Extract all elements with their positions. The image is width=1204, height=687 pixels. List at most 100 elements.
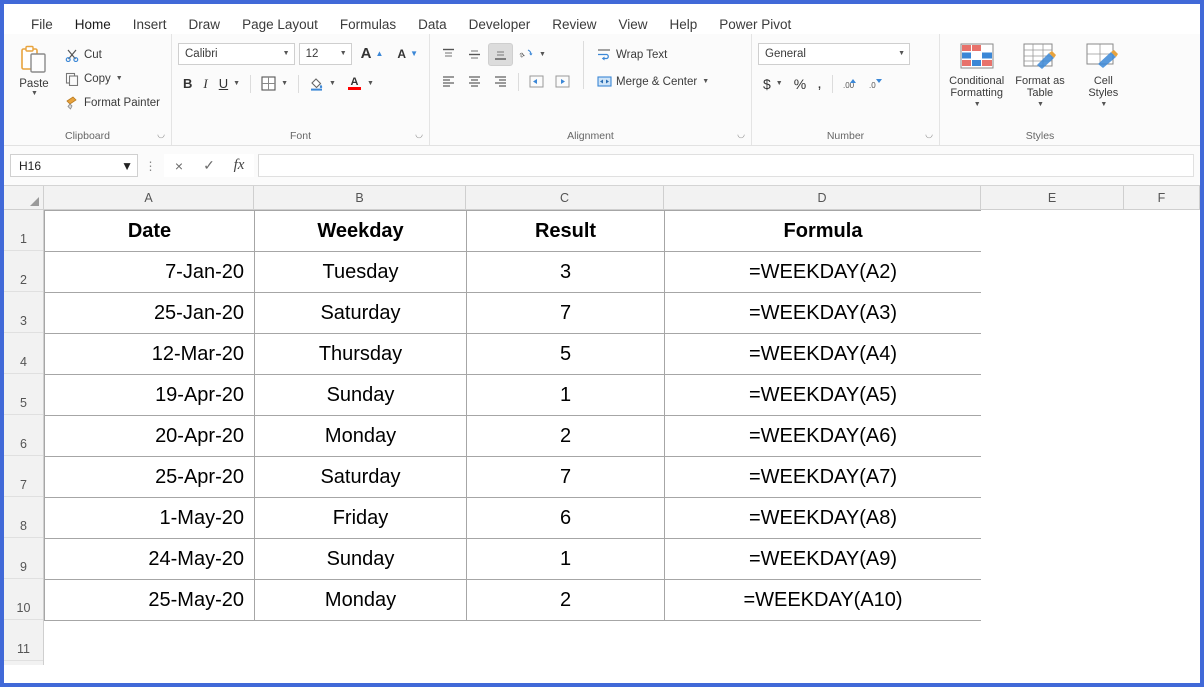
cell-a4[interactable]: 12-Mar-20: [45, 334, 255, 375]
paste-button[interactable]: Paste ▼: [10, 41, 58, 114]
cell-d1[interactable]: Formula: [665, 211, 982, 252]
tab-page-layout[interactable]: Page Layout: [231, 14, 329, 34]
row-header-2[interactable]: 2: [4, 251, 43, 292]
align-top-button[interactable]: [436, 43, 461, 66]
format-as-table-chevron-down-icon[interactable]: ▼: [1037, 99, 1044, 111]
font-size-combobox[interactable]: 12 ▼: [299, 43, 352, 65]
alignment-dialog-launcher-icon[interactable]: ◡: [737, 126, 745, 143]
cell-a5[interactable]: 19-Apr-20: [45, 375, 255, 416]
column-header-c[interactable]: C: [466, 186, 664, 209]
select-all-corner-button[interactable]: [4, 186, 44, 209]
fill-color-button[interactable]: ▼: [304, 72, 341, 95]
cell-styles-chevron-down-icon[interactable]: ▼: [1100, 99, 1107, 111]
name-box[interactable]: H16 ▼: [10, 154, 138, 177]
number-dialog-launcher-icon[interactable]: ◡: [925, 126, 933, 143]
row-header-3[interactable]: 3: [4, 292, 43, 333]
cell-c3[interactable]: 7: [467, 293, 665, 334]
italic-button[interactable]: I: [198, 72, 212, 95]
align-center-button[interactable]: [462, 70, 487, 93]
orientation-button[interactable]: a ▼: [514, 43, 551, 66]
format-as-table-button[interactable]: Format as Table ▼: [1009, 41, 1070, 111]
cell-d5[interactable]: =WEEKDAY(A5): [665, 375, 982, 416]
tab-power-pivot[interactable]: Power Pivot: [708, 14, 802, 34]
cell-d2[interactable]: =WEEKDAY(A2): [665, 252, 982, 293]
font-dialog-launcher-icon[interactable]: ◡: [415, 126, 423, 143]
cell-b9[interactable]: Sunday: [255, 539, 467, 580]
column-header-b[interactable]: B: [254, 186, 466, 209]
tab-file[interactable]: File: [20, 14, 64, 34]
copy-button[interactable]: Copy ▼: [60, 67, 165, 90]
wrap-text-button[interactable]: Wrap Text: [592, 43, 672, 66]
column-header-d[interactable]: D: [664, 186, 981, 209]
column-header-f[interactable]: F: [1124, 186, 1200, 209]
cell-c5[interactable]: 1: [467, 375, 665, 416]
increase-decimal-button[interactable]: .00: [838, 72, 863, 95]
cell-b7[interactable]: Saturday: [255, 457, 467, 498]
paste-chevron-down-icon[interactable]: ▼: [31, 90, 38, 97]
cell-b10[interactable]: Monday: [255, 580, 467, 621]
cell-a6[interactable]: 20-Apr-20: [45, 416, 255, 457]
cell-b2[interactable]: Tuesday: [255, 252, 467, 293]
cancel-entry-button[interactable]: ×: [164, 154, 194, 177]
cell-c9[interactable]: 1: [467, 539, 665, 580]
column-header-e[interactable]: E: [981, 186, 1124, 209]
format-painter-button[interactable]: Format Painter: [60, 91, 165, 114]
increase-indent-button[interactable]: [550, 70, 575, 93]
row-header-5[interactable]: 5: [4, 374, 43, 415]
cell-c8[interactable]: 6: [467, 498, 665, 539]
align-left-button[interactable]: [436, 70, 461, 93]
conditional-formatting-chevron-down-icon[interactable]: ▼: [974, 99, 981, 111]
currency-chevron-down-icon[interactable]: ▼: [776, 80, 783, 87]
conditional-formatting-button[interactable]: Conditional Formatting ▼: [946, 41, 1007, 111]
cell-c2[interactable]: 3: [467, 252, 665, 293]
formula-bar-separator-handle[interactable]: ⋮: [138, 159, 164, 173]
tab-view[interactable]: View: [607, 14, 658, 34]
row-header-4[interactable]: 4: [4, 333, 43, 374]
increase-font-size-button[interactable]: A▲: [356, 42, 389, 65]
cell-d4[interactable]: =WEEKDAY(A4): [665, 334, 982, 375]
cell-a1[interactable]: Date: [45, 211, 255, 252]
cell-b3[interactable]: Saturday: [255, 293, 467, 334]
tab-home[interactable]: Home: [64, 14, 122, 34]
row-header-6[interactable]: 6: [4, 415, 43, 456]
cell-b8[interactable]: Friday: [255, 498, 467, 539]
cell-b6[interactable]: Monday: [255, 416, 467, 457]
confirm-entry-button[interactable]: ✓: [194, 154, 224, 177]
cell-d9[interactable]: =WEEKDAY(A9): [665, 539, 982, 580]
cell-d10[interactable]: =WEEKDAY(A10): [665, 580, 982, 621]
tab-draw[interactable]: Draw: [178, 14, 232, 34]
underline-button[interactable]: U ▼: [214, 72, 245, 95]
cell-c6[interactable]: 2: [467, 416, 665, 457]
font-color-chevron-down-icon[interactable]: ▼: [367, 80, 374, 87]
row-header-7[interactable]: 7: [4, 456, 43, 497]
decrease-indent-button[interactable]: [524, 70, 549, 93]
column-header-a[interactable]: A: [44, 186, 254, 209]
tab-formulas[interactable]: Formulas: [329, 14, 407, 34]
cell-a8[interactable]: 1-May-20: [45, 498, 255, 539]
tab-review[interactable]: Review: [541, 14, 607, 34]
bold-button[interactable]: B: [178, 72, 197, 95]
cell-c10[interactable]: 2: [467, 580, 665, 621]
cell-d6[interactable]: =WEEKDAY(A6): [665, 416, 982, 457]
cell-c1[interactable]: Result: [467, 211, 665, 252]
comma-format-button[interactable]: ,: [812, 72, 826, 95]
row-header-11[interactable]: 11: [4, 620, 43, 661]
align-right-button[interactable]: [488, 70, 513, 93]
merge-center-button[interactable]: Merge & Center ▼: [592, 70, 714, 93]
cell-a3[interactable]: 25-Jan-20: [45, 293, 255, 334]
cell-d8[interactable]: =WEEKDAY(A8): [665, 498, 982, 539]
fill-color-chevron-down-icon[interactable]: ▼: [329, 80, 336, 87]
decrease-font-size-button[interactable]: A▼: [392, 42, 423, 65]
cell-c4[interactable]: 5: [467, 334, 665, 375]
row-header-8[interactable]: 8: [4, 497, 43, 538]
tab-help[interactable]: Help: [659, 14, 709, 34]
underline-chevron-down-icon[interactable]: ▼: [233, 80, 240, 87]
name-box-chevron-down-icon[interactable]: ▼: [121, 159, 133, 173]
cell-d3[interactable]: =WEEKDAY(A3): [665, 293, 982, 334]
cut-button[interactable]: Cut: [60, 43, 165, 66]
cell-d7[interactable]: =WEEKDAY(A7): [665, 457, 982, 498]
number-format-combobox[interactable]: General ▼: [758, 43, 910, 65]
cell-c7[interactable]: 7: [467, 457, 665, 498]
cell-b5[interactable]: Sunday: [255, 375, 467, 416]
merge-center-chevron-down-icon[interactable]: ▼: [702, 78, 709, 85]
